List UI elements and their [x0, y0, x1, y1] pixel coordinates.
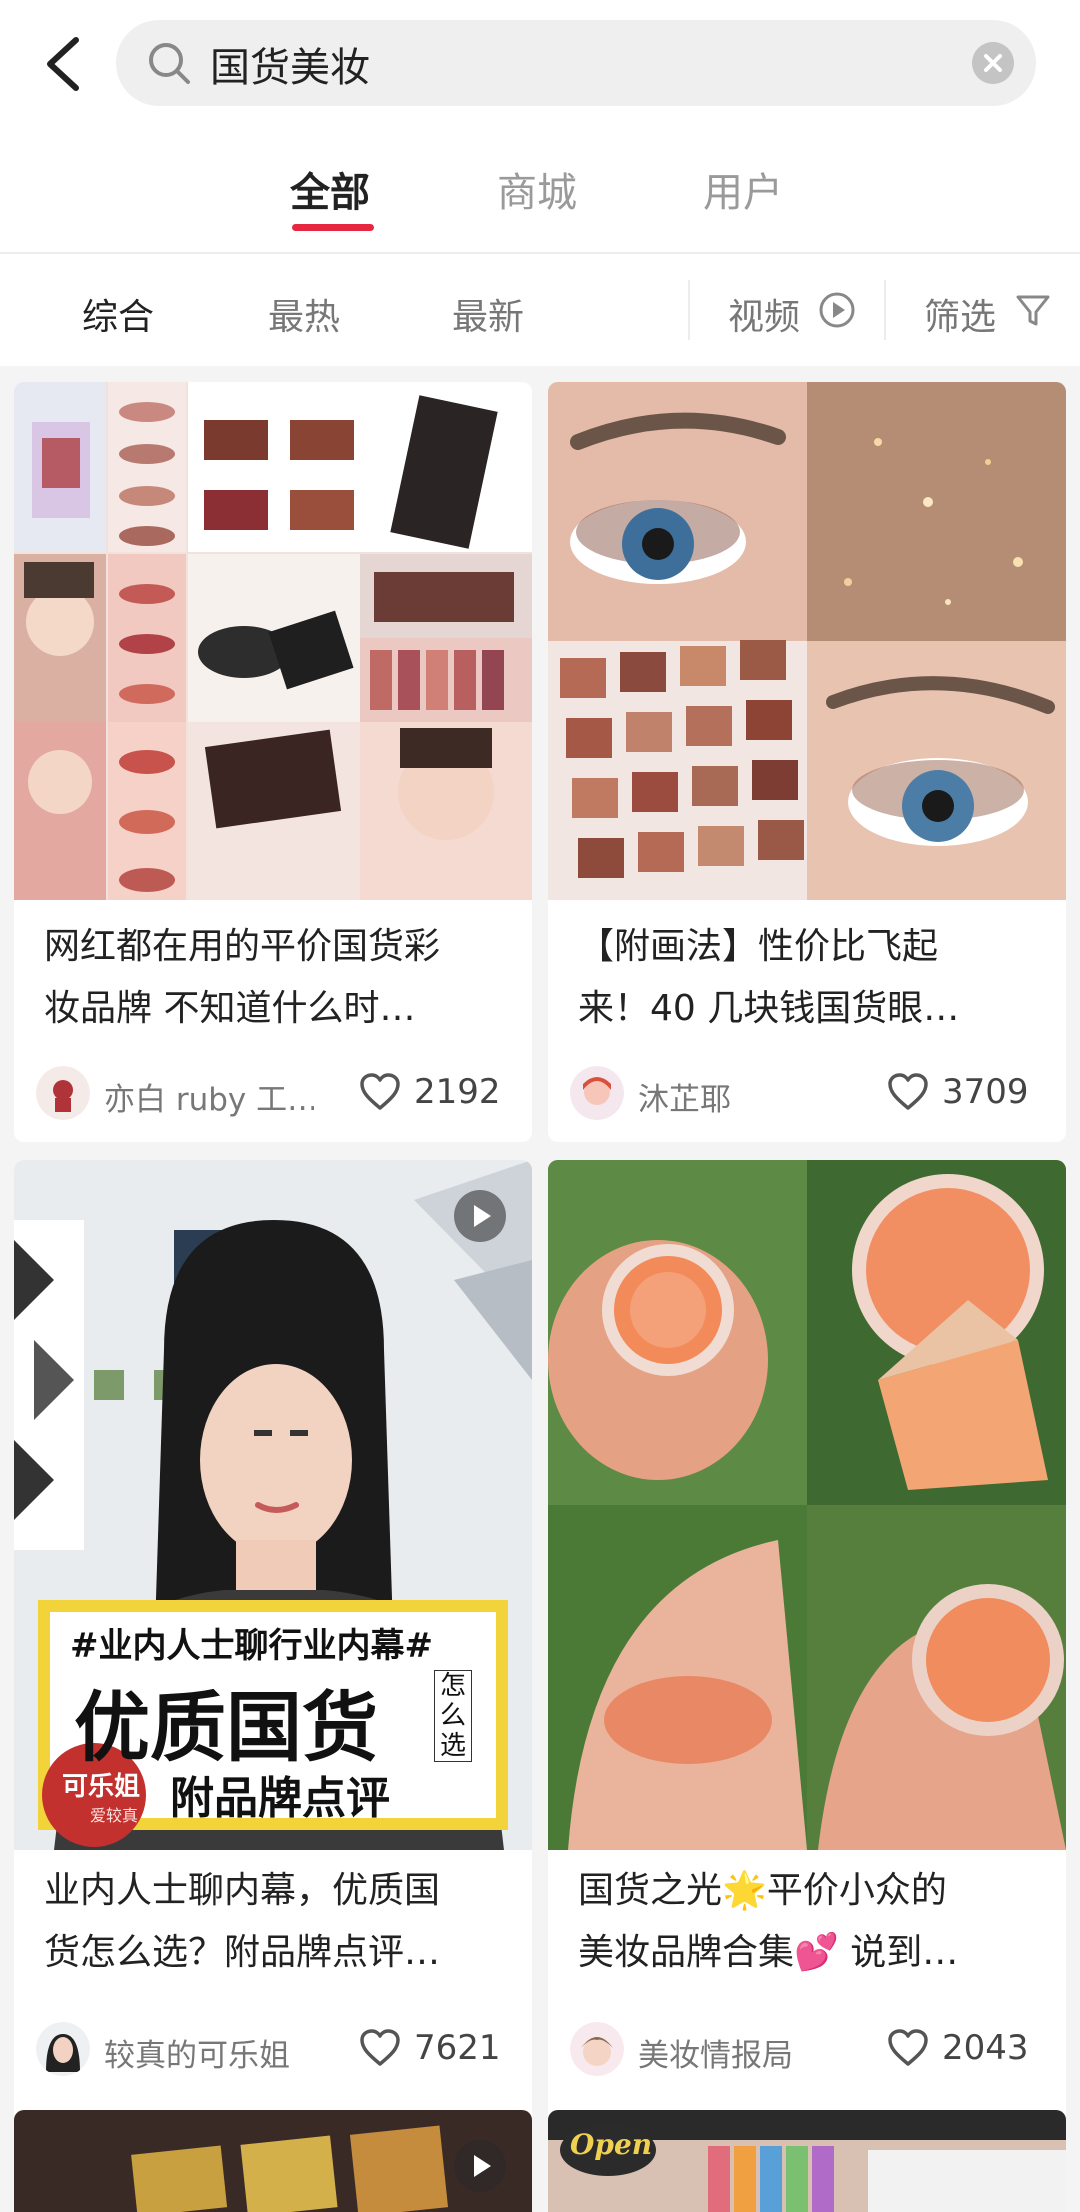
like-count: 3709 [942, 1072, 1029, 1112]
cover-headline-text: 优质国货 [74, 1683, 378, 1772]
top-bar [0, 0, 1080, 130]
divider [884, 280, 886, 340]
sort-bar: 综合 最热 最新 视频 筛选 [0, 254, 1080, 366]
note-title: 业内人士聊内幕，优质国 货怎么选？附品牌点评… [44, 1870, 441, 1973]
active-tab-indicator [292, 224, 374, 231]
heart-icon[interactable] [886, 1072, 930, 1112]
play-circle-icon[interactable] [818, 291, 856, 329]
cover-tag-text: #业内人士聊行业内幕# [70, 1626, 433, 1666]
cover-image: #业内人士聊行业内幕# 优质国货 怎么选 附品牌点评 可乐姐 爱较真 [14, 1160, 532, 1850]
cover-badge-text: 可乐姐 [62, 1772, 141, 1802]
heart-icon[interactable] [358, 2028, 402, 2068]
heart-icon[interactable] [886, 2028, 930, 2068]
tab-all[interactable]: 全部 [290, 160, 370, 218]
result-tabs: 全部 商城 用户 [0, 130, 1080, 254]
divider [688, 280, 690, 340]
cover-image-collage [548, 382, 1066, 900]
filter-funnel-icon[interactable] [1014, 291, 1052, 329]
author-name[interactable]: 沐芷耶 [638, 1074, 848, 1119]
sort-hottest[interactable]: 最热 [268, 288, 340, 340]
video-filter-label[interactable]: 视频 [728, 288, 800, 340]
avatar [36, 1066, 90, 1120]
search-box[interactable] [116, 20, 1036, 108]
author-name[interactable]: 美妆情报局 [638, 2030, 848, 2075]
note-card[interactable]: 网红都在用的平价国货彩 妆品牌 不知道什么时… 亦白 ruby 工… 2192 [14, 382, 532, 1142]
video-play-icon [454, 2140, 506, 2192]
like-count: 2192 [414, 1072, 501, 1112]
tab-mall[interactable]: 商城 [497, 160, 577, 218]
note-card[interactable]: Open [548, 2110, 1066, 2212]
heart-icon[interactable] [358, 1072, 402, 1112]
search-icon [149, 43, 190, 84]
note-title: 【附画法】性价比飞起 来！40 几块钱国货眼… [578, 926, 960, 1029]
author-name[interactable]: 亦白 ruby 工… [104, 1074, 314, 1119]
cover-badge-subtext: 爱较真 [90, 1806, 139, 1825]
like-count: 7621 [414, 2028, 501, 2068]
author-name[interactable]: 较真的可乐姐 [104, 2030, 314, 2075]
note-card[interactable]: 【附画法】性价比飞起 来！40 几块钱国货眼… 沐芷耶 3709 [548, 382, 1066, 1142]
avatar [570, 2022, 624, 2076]
note-title: 国货之光🌟平价小众的 美妆品牌合集💕 说到… [578, 1870, 959, 1973]
cover-image-collage [548, 1160, 1066, 1850]
sort-newest[interactable]: 最新 [452, 288, 524, 340]
video-play-icon [454, 1190, 506, 1242]
sort-comprehensive[interactable]: 综合 [82, 288, 154, 340]
back-arrow-icon[interactable] [36, 32, 92, 96]
search-input[interactable] [208, 20, 932, 108]
filter-label[interactable]: 筛选 [924, 288, 996, 340]
cover-logo-text: Open [570, 2128, 653, 2161]
tab-users[interactable]: 用户 [703, 160, 783, 218]
cover-image-collage [14, 382, 532, 900]
cover-side-text: 怎么选 [434, 1670, 472, 1762]
like-count: 2043 [942, 2028, 1029, 2068]
note-card[interactable]: #业内人士聊行业内幕# 优质国货 怎么选 附品牌点评 可乐姐 爱较真 业内人士聊… [14, 1160, 532, 2160]
cover-image [548, 2110, 1066, 2212]
note-title: 网红都在用的平价国货彩 妆品牌 不知道什么时… [44, 926, 441, 1029]
note-card[interactable] [14, 2110, 532, 2212]
clear-icon[interactable] [972, 42, 1014, 84]
cover-subtitle-text: 附品牌点评 [170, 1773, 390, 1824]
note-card[interactable]: 国货之光🌟平价小众的 美妆品牌合集💕 说到… 美妆情报局 2043 [548, 1160, 1066, 2160]
avatar [570, 1066, 624, 1120]
avatar [36, 2022, 90, 2076]
